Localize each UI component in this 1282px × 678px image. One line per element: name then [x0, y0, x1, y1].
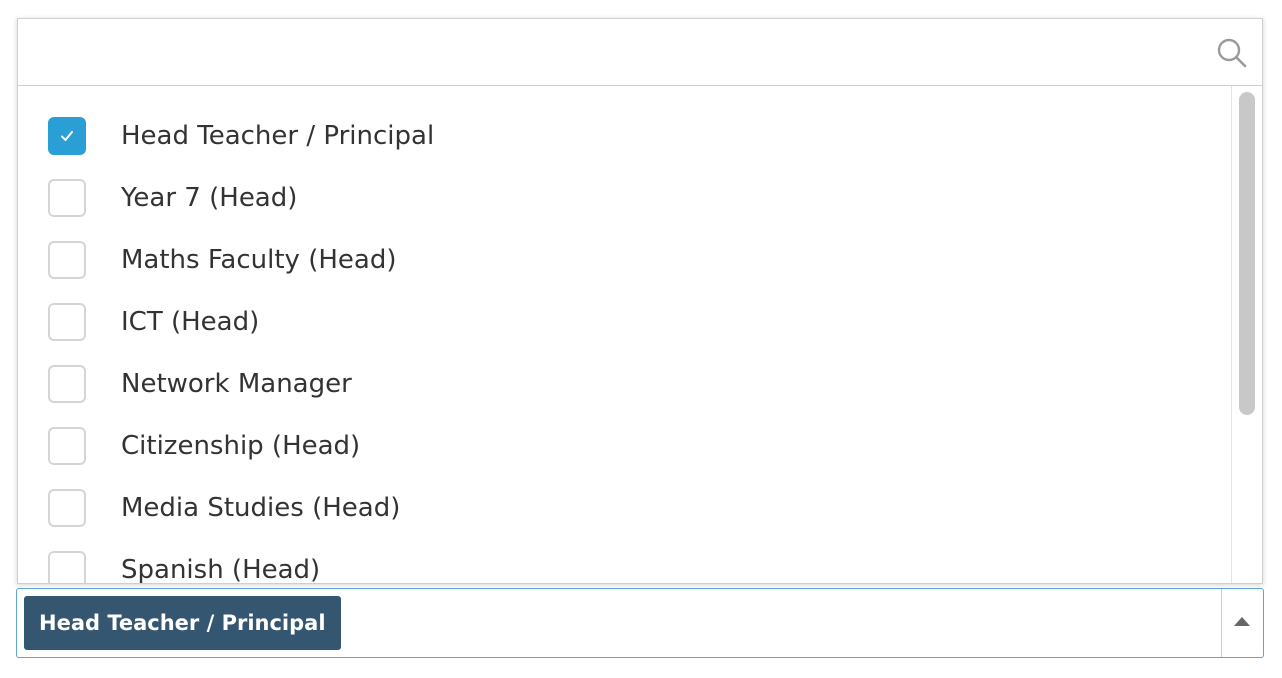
selected-tag[interactable]: Head Teacher / Principal: [24, 596, 341, 650]
checkbox-unchecked[interactable]: [48, 241, 86, 279]
scrollbar-thumb[interactable]: [1239, 92, 1255, 415]
options-list: Head Teacher / Principal Year 7 (Head) M…: [18, 86, 1232, 584]
option-maths-faculty-head[interactable]: Maths Faculty (Head): [18, 229, 1232, 291]
option-label: ICT (Head): [121, 307, 260, 337]
dropdown-toggle[interactable]: [1221, 589, 1263, 657]
option-media-studies-head[interactable]: Media Studies (Head): [18, 477, 1232, 539]
search-input[interactable]: [18, 19, 1208, 85]
checkbox-unchecked[interactable]: [48, 551, 86, 583]
option-year-7-head[interactable]: Year 7 (Head): [18, 167, 1232, 229]
option-ict-head[interactable]: ICT (Head): [18, 291, 1232, 353]
checkbox-unchecked[interactable]: [48, 303, 86, 341]
option-spanish-head[interactable]: Spanish (Head): [18, 539, 1232, 584]
option-label: Head Teacher / Principal: [121, 121, 435, 151]
check-icon: [61, 131, 73, 141]
option-label: Network Manager: [121, 369, 352, 399]
option-label: Maths Faculty (Head): [121, 245, 397, 275]
option-label: Media Studies (Head): [121, 493, 401, 523]
scrollbar-track[interactable]: [1231, 86, 1262, 583]
checkbox-unchecked[interactable]: [48, 179, 86, 217]
option-label: Spanish (Head): [121, 555, 321, 584]
caret-up-icon: [1234, 617, 1250, 626]
multi-select-field[interactable]: Head Teacher / Principal: [16, 588, 1264, 658]
option-head-teacher-principal[interactable]: Head Teacher / Principal: [18, 105, 1232, 167]
search-row: [18, 19, 1262, 86]
checkbox-unchecked[interactable]: [48, 365, 86, 403]
dropdown-panel: Head Teacher / Principal Year 7 (Head) M…: [17, 18, 1263, 584]
option-network-manager[interactable]: Network Manager: [18, 353, 1232, 415]
search-icon[interactable]: [1216, 37, 1248, 69]
checkbox-checked[interactable]: [48, 117, 86, 155]
checkbox-unchecked[interactable]: [48, 489, 86, 527]
checkbox-unchecked[interactable]: [48, 427, 86, 465]
option-citizenship-head[interactable]: Citizenship (Head): [18, 415, 1232, 477]
option-label: Year 7 (Head): [121, 183, 298, 213]
option-label: Citizenship (Head): [121, 431, 361, 461]
